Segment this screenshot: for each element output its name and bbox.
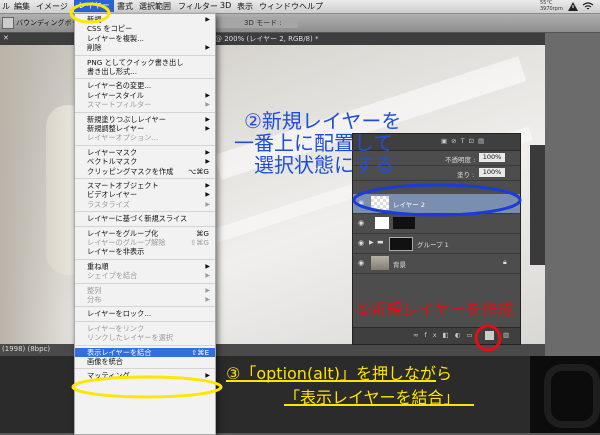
blue-ellipse-layer-2 [352, 183, 522, 217]
annotation-step-2-line-2: 一番上に配置して [234, 131, 394, 155]
annotation-step-1: ①新規レイヤーを作成 [356, 300, 514, 319]
red-circle-new-layer [474, 324, 502, 352]
annotation-step-3-underline-2 [284, 404, 474, 406]
annotation-step-2-line-1: ②新規レイヤーを [244, 109, 402, 133]
annotation-step-2-line-3: 選択状態にする [254, 153, 395, 177]
yellow-ellipse-layer-menu [69, 2, 111, 24]
yellow-ellipse-merge-visible [71, 375, 223, 399]
annotation-step-3-underline [226, 380, 436, 382]
annotation-step-2: ②新規レイヤーを 一番上に配置して 選択状態にする [234, 109, 402, 177]
